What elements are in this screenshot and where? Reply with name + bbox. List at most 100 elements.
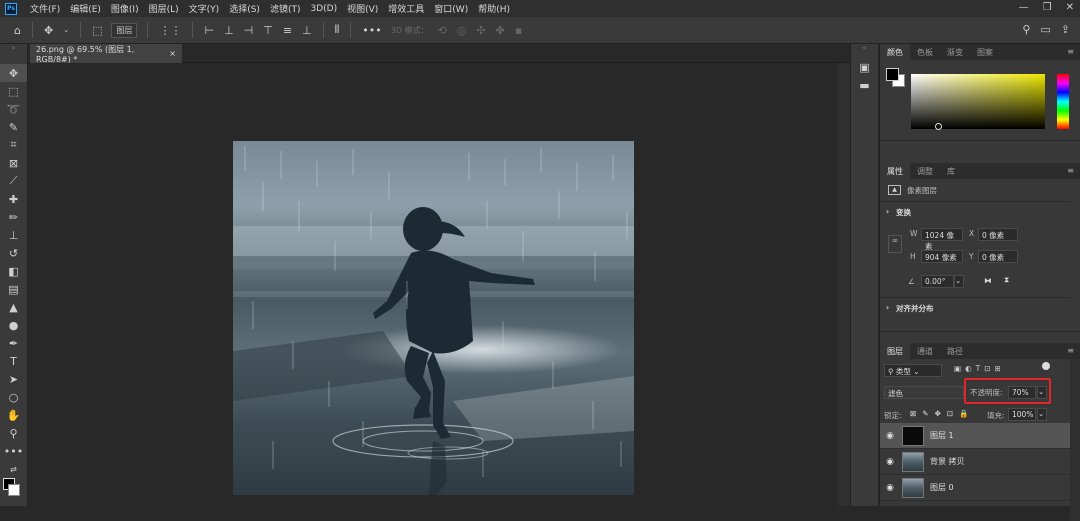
collapse-icon[interactable]: « <box>851 44 878 58</box>
frame-tool-icon[interactable]: ⊠ <box>0 154 27 172</box>
share-icon[interactable]: ⇪ <box>1061 23 1070 36</box>
visibility-eye-icon[interactable]: ◉ <box>880 457 900 467</box>
canvas-scrollbar[interactable] <box>838 63 850 506</box>
zoom-tool-icon[interactable]: ⚲ <box>0 424 27 442</box>
align-top-icon[interactable]: ⊤ <box>263 24 273 37</box>
eraser-icon[interactable]: ◧ <box>0 262 27 280</box>
align-right-icon[interactable]: ⊣ <box>244 24 254 37</box>
tab-libraries[interactable]: 库 <box>940 163 962 179</box>
foreground-color-swatch[interactable] <box>886 68 899 81</box>
tab-patterns[interactable]: 图案 <box>970 44 1000 60</box>
auto-select-icon[interactable]: ⬚ <box>92 24 102 37</box>
tab-paths[interactable]: 路径 <box>940 343 970 359</box>
background-color-swatch[interactable] <box>8 484 20 496</box>
lasso-tool-icon[interactable]: ➰ <box>0 100 27 118</box>
search-icon[interactable]: ⚲ <box>1022 23 1030 36</box>
close-icon[interactable]: ✕ <box>1066 2 1074 13</box>
path-select-icon[interactable]: ➤ <box>0 370 27 388</box>
type-tool-icon[interactable]: T <box>0 352 27 370</box>
flip-vertical-icon[interactable]: ⧗ <box>1004 275 1009 285</box>
tab-color[interactable]: 颜色 <box>880 44 910 60</box>
layers-scrollbar[interactable] <box>1070 359 1080 521</box>
menu-edit[interactable]: 编辑(E) <box>65 2 106 15</box>
visibility-eye-icon[interactable]: ◉ <box>880 483 900 493</box>
menu-view[interactable]: 视图(V) <box>342 2 383 15</box>
height-field[interactable]: 904 像素 <box>921 250 963 263</box>
y-field[interactable]: 0 像素 <box>978 250 1018 263</box>
distribute-icon[interactable]: ⫴ <box>335 23 340 37</box>
blur-tool-icon[interactable]: ▲ <box>0 298 27 316</box>
quick-select-icon[interactable]: ✎ <box>0 118 27 136</box>
menu-help[interactable]: 帮助(H) <box>473 2 515 15</box>
menu-plugins[interactable]: 增效工具 <box>383 2 429 15</box>
tab-adjustments[interactable]: 调整 <box>910 163 940 179</box>
lock-icons[interactable]: ⊠✎✥⊡🔒 <box>910 409 974 418</box>
move-tool-icon[interactable]: ✥ <box>0 64 27 82</box>
shape-tool-icon[interactable]: ○ <box>0 388 27 406</box>
pen-tool-icon[interactable]: ✒ <box>0 334 27 352</box>
angle-dropdown-icon[interactable]: ⌄ <box>954 275 964 288</box>
hue-slider[interactable] <box>1057 74 1069 129</box>
link-icon[interactable]: ∞ <box>888 235 902 253</box>
align-bottom-icon[interactable]: ⊥ <box>302 24 312 37</box>
collapse-icon[interactable]: » <box>0 44 27 64</box>
layer-filter-select[interactable]: ⚲ 类型 ⌄ <box>884 364 942 377</box>
minimize-icon[interactable]: — <box>1019 2 1029 13</box>
marquee-tool-icon[interactable]: ⬚ <box>0 82 27 100</box>
menu-select[interactable]: 选择(S) <box>224 2 265 15</box>
menu-3d[interactable]: 3D(D) <box>305 4 342 14</box>
tab-swatches[interactable]: 色板 <box>910 44 940 60</box>
fill-dropdown-icon[interactable]: ⌄ <box>1037 408 1047 421</box>
eyedropper-icon[interactable]: ⟋ <box>0 172 27 190</box>
menu-type[interactable]: 文字(Y) <box>184 2 225 15</box>
align-center-icon[interactable]: ⊥ <box>224 24 234 37</box>
crop-tool-icon[interactable]: ⌗ <box>0 136 27 154</box>
tab-properties[interactable]: 属性 <box>880 163 910 179</box>
home-icon[interactable]: ⌂ <box>14 24 21 37</box>
history-panel-icon[interactable]: ▣ <box>851 58 878 76</box>
layer-row[interactable]: ◉ 图层 1 <box>880 423 1070 449</box>
filter-toggle-icon[interactable] <box>1042 362 1050 370</box>
close-icon[interactable]: × <box>169 49 176 58</box>
panel-menu-icon[interactable]: ≡ <box>1067 166 1074 175</box>
blend-mode-select[interactable]: 滤色 <box>884 386 964 399</box>
layer-row[interactable]: ◉ 背景 拷贝 <box>880 449 1070 475</box>
hand-tool-icon[interactable]: ✋ <box>0 406 27 424</box>
angle-field[interactable]: 0.00° <box>921 275 954 288</box>
dodge-tool-icon[interactable]: ● <box>0 316 27 334</box>
transform-chevron-icon[interactable]: › <box>886 207 889 216</box>
menu-filter[interactable]: 滤镜(T) <box>265 2 306 15</box>
tab-channels[interactable]: 通道 <box>910 343 940 359</box>
workspace-icon[interactable]: ▭ <box>1040 23 1050 36</box>
chevron-down-icon[interactable]: ⌄ <box>63 26 69 34</box>
gradient-tool-icon[interactable]: ▤ <box>0 280 27 298</box>
healing-brush-icon[interactable]: ✚ <box>0 190 27 208</box>
move-tool-icon[interactable]: ✥ <box>44 24 53 37</box>
layer-select-dropdown[interactable]: 图层 <box>111 22 138 38</box>
x-field[interactable]: 0 像素 <box>978 228 1018 241</box>
layer-row[interactable]: ◉ 图层 0 <box>880 475 1070 501</box>
width-field[interactable]: 1024 像素 <box>921 228 963 251</box>
menu-window[interactable]: 窗口(W) <box>429 2 473 15</box>
brush-tool-icon[interactable]: ✏ <box>0 208 27 226</box>
color-picker-cursor[interactable] <box>935 123 942 130</box>
document-tab[interactable]: 26.png @ 69.5% (图层 1, RGB/8#) * × <box>30 44 182 64</box>
history-brush-icon[interactable]: ↺ <box>0 244 27 262</box>
edit-toolbar-icon[interactable]: ••• <box>0 442 27 460</box>
tab-gradients[interactable]: 渐变 <box>940 44 970 60</box>
visibility-eye-icon[interactable]: ◉ <box>880 431 900 441</box>
swap-colors-icon[interactable]: ⇄ <box>0 460 27 478</box>
menu-file[interactable]: 文件(F) <box>25 2 65 15</box>
menu-layer[interactable]: 图层(L) <box>144 2 184 15</box>
comments-panel-icon[interactable]: ▬ <box>851 76 878 94</box>
color-field[interactable] <box>911 74 1045 129</box>
align-left-icon[interactable]: ⊢ <box>204 24 214 37</box>
flip-horizontal-icon[interactable]: ⧓ <box>984 276 992 285</box>
fill-field[interactable]: 100% <box>1008 408 1036 421</box>
menu-image[interactable]: 图像(I) <box>106 2 144 15</box>
clone-stamp-icon[interactable]: ⊥ <box>0 226 27 244</box>
align-middle-icon[interactable]: ≡ <box>283 24 292 37</box>
tab-layers[interactable]: 图层 <box>880 343 910 359</box>
transform-controls-icon[interactable]: ⋮⋮ <box>159 24 181 37</box>
align-chevron-icon[interactable]: › <box>886 303 889 312</box>
